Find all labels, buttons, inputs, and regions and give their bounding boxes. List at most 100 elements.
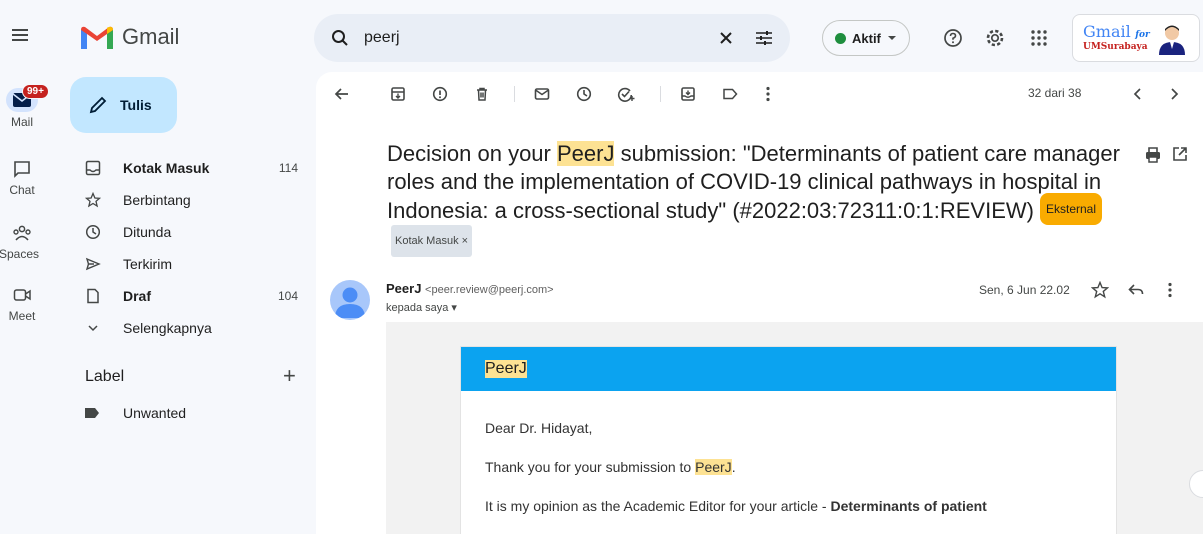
more-vert-icon[interactable] [756,82,780,106]
add-label-icon[interactable]: + [283,365,296,387]
archive-icon[interactable] [386,82,410,106]
search-icon[interactable] [328,26,352,50]
message-date: Sen, 6 Jun 22.02 [979,283,1070,297]
mark-unread-icon[interactable] [530,82,554,106]
spaces-icon [9,222,35,244]
sender-email: <peer.review@peerj.com> [425,284,554,296]
compose-button[interactable]: Tulis [70,77,177,133]
status-dropdown[interactable]: Aktif [822,20,910,56]
nav-sent[interactable]: Terkirim [70,248,310,280]
rail-meet[interactable]: Meet [0,284,44,323]
rail-mail-label: Mail [10,115,33,129]
nav-inbox-count: 114 [278,161,298,175]
nav-snoozed[interactable]: Ditunda [70,216,310,248]
greeting: Dear Dr. Hidayat, [485,420,593,436]
toolbar-divider [660,86,661,102]
brand-line2: UMSurabaya [1083,42,1148,52]
gmail-m-icon [81,26,113,49]
app-rail: Mail 99+ Chat Spaces Meet [0,0,60,534]
body-line-opinion: It is my opinion as the Academic Editor … [485,497,1092,515]
clock-icon [84,223,102,241]
unread-badge: 99+ [22,84,49,99]
delete-icon[interactable] [470,82,494,106]
external-chip: Eksternal [1039,193,1103,225]
nav-inbox[interactable]: Kotak Masuk 114 [70,152,310,184]
label-as-icon[interactable] [718,82,742,106]
nav-starred[interactable]: Berbintang [70,184,310,216]
gmail-logo[interactable]: Gmail [80,24,179,50]
nav-drafts-count: 104 [277,289,298,303]
star-message-icon[interactable] [1088,278,1112,302]
label-item-text: Unwanted [123,405,187,421]
rail-chat-label: Chat [9,183,35,197]
inbox-icon [84,159,102,177]
chat-icon [9,158,35,180]
status-label: Aktif [852,30,881,46]
print-icon[interactable] [1144,146,1162,164]
open-new-window-icon[interactable] [1172,146,1188,162]
prev-message-icon[interactable] [1126,82,1150,106]
message-more-icon[interactable] [1158,278,1182,302]
back-arrow-icon[interactable] [330,82,354,106]
star-icon [84,191,102,209]
report-spam-icon[interactable] [428,82,452,106]
status-dot [835,32,846,44]
draft-icon [84,287,102,305]
email-card-header: PeerJ [461,347,1116,391]
email-card-body: Dear Dr. Hidayat, Thank you for your sub… [461,391,1116,515]
search-bar [314,14,790,62]
move-to-icon[interactable] [676,82,700,106]
apps-grid-icon[interactable] [1027,26,1051,50]
rail-spaces-label: Spaces [0,247,40,261]
label-icon [84,407,102,419]
settings-icon[interactable] [983,26,1007,50]
subject-highlight: PeerJ [556,141,615,166]
labels-heading: Label [85,368,125,385]
rail-meet-label: Meet [8,309,36,323]
rail-spaces[interactable]: Spaces [0,222,44,261]
thanks-suffix: . [731,459,736,475]
caret-down-icon [887,36,896,40]
main-menu-icon[interactable] [10,26,32,44]
nav-drafts[interactable]: Draf 104 [70,280,310,312]
sender-line: PeerJ <peer.review@peerj.com> [386,281,554,296]
nav-drafts-label: Draf [123,288,152,304]
email-subject: Decision on your PeerJ submission: "Dete… [387,140,1122,260]
chevron-down-icon [84,319,102,337]
account-brand[interactable]: Gmail for UMSurabaya [1072,14,1200,62]
snooze-icon[interactable] [572,82,596,106]
thanks-highlight: PeerJ [695,459,732,475]
next-message-icon[interactable] [1162,82,1186,106]
recipient-details[interactable]: kepada saya ▾ [386,301,457,314]
email-card: PeerJ Dear Dr. Hidayat, Thank you for yo… [460,346,1117,534]
search-input[interactable] [364,29,700,47]
inbox-label-chip[interactable]: Kotak Masuk × [391,225,473,257]
thanks-prefix: Thank you for your submission to [485,459,696,475]
clear-search-icon[interactable] [714,26,738,50]
message-body: PeerJ Dear Dr. Hidayat, Thank you for yo… [386,322,1203,534]
opinion-bold: Determinants of patient [830,498,987,514]
brand-line1: Gmail [1083,22,1131,41]
meet-icon [9,284,35,306]
pager-count: 32 dari 38 [1028,86,1082,100]
search-options-icon[interactable] [752,26,776,50]
subject-prefix: Decision on your [387,141,557,166]
pencil-icon [89,96,107,114]
label-item-unwanted[interactable]: Unwanted [84,405,186,421]
message-view: 32 dari 38 Decision on your PeerJ submis… [316,72,1203,534]
send-icon [84,255,102,273]
avatar [1159,25,1185,55]
reply-icon[interactable] [1124,278,1148,302]
nav-inbox-label: Kotak Masuk [123,160,210,176]
rail-chat[interactable]: Chat [0,158,44,197]
brand-line1-suffix: for [1135,30,1150,40]
sender-name[interactable]: PeerJ [386,281,421,296]
toolbar-divider [514,86,515,102]
nav-more[interactable]: Selengkapnya [70,312,310,344]
help-icon[interactable] [941,26,965,50]
add-task-icon[interactable] [614,82,638,106]
sender-avatar[interactable] [330,280,370,320]
nav-sent-label: Terkirim [123,256,172,272]
app-name: Gmail [122,24,180,49]
nav-starred-label: Berbintang [123,192,191,208]
